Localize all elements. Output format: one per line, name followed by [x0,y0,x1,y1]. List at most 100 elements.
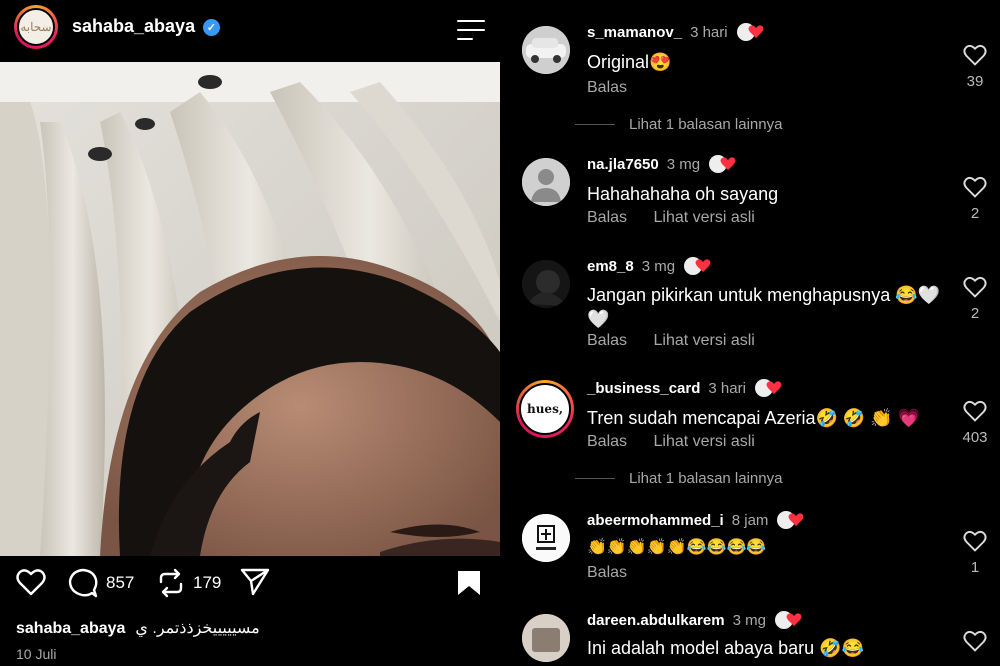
comment-username[interactable]: na.jla7650 [587,156,659,173]
repost-icon [159,568,183,598]
car-photo-icon [522,26,570,74]
comment-time: 3 mg [666,155,701,173]
reply-button[interactable]: Balas [587,79,627,96]
comment-header: dareen.abdulkarem 3 mg [587,610,802,630]
comment-time: 3 hari [708,379,746,397]
reply-button[interactable]: Balas [587,564,627,581]
avatar-logo: سحابه [17,8,55,46]
avatar[interactable]: hues, [516,380,574,438]
comment-header: abeermohammed_i 8 jam [587,510,804,530]
view-more-replies[interactable]: Lihat 1 balasan lainnya [575,470,782,487]
comment-username[interactable]: s_mamanov_ [587,24,682,41]
profile-photo-icon [522,260,570,308]
comment-meta: Balas [587,79,649,97]
share-button[interactable] [240,568,270,596]
comment-text: Hahahahaha oh sayang [587,184,779,204]
comment-meta: Balas Lihat versi asli [587,433,777,451]
comment-like-button[interactable] [962,630,988,657]
creator-liked-icon [774,610,802,630]
comment-username[interactable]: _business_card [587,380,700,397]
heart-icon [963,176,987,198]
reply-button[interactable]: Balas [587,332,627,349]
avatar[interactable] [522,26,570,74]
view-more-replies[interactable]: Lihat 1 balasan lainnya [575,116,782,133]
comment-header: _business_card 3 hari [587,378,782,398]
divider [575,478,615,479]
avatar[interactable] [522,158,570,206]
reply-button[interactable]: Balas [587,209,627,226]
comment-like-count: 2 [970,305,980,322]
comment-like-button[interactable]: 403 [955,400,995,446]
comment-like-button[interactable]: 39 [962,44,988,90]
comment-text: Tren sudah mencapai Azeria🤣 🤣 👏 💗 [587,408,921,428]
bookmark-icon [458,571,480,595]
creator-liked-icon [708,154,736,174]
comment-text: Ini adalah model abaya baru 🤣😂 [587,638,864,658]
menu-icon[interactable] [457,20,485,40]
heart-icon [963,276,987,298]
verified-icon: ✓ [203,19,220,36]
comment-username[interactable]: em8_8 [587,258,634,275]
heart-icon [963,630,987,652]
creator-liked-icon [683,256,711,276]
avatar-logo: hues, [519,383,571,435]
see-original-button[interactable]: Lihat versi asli [653,332,754,349]
comment-icon [68,568,98,598]
creator-liked-icon [736,22,764,42]
post-header: سحابه sahaba_abaya ✓ [0,0,500,62]
comment-text: 👏👏👏👏👏😂😂😂😂 [587,539,767,556]
profile-photo-icon [522,614,570,662]
comment-button[interactable]: 857 [68,568,134,598]
comment-like-count: 39 [966,73,984,90]
post-panel: سحابه sahaba_abaya ✓ 857 179 sahaba_abay… [0,0,500,666]
comment-meta: Balas Lihat versi asli [587,209,777,227]
comment-like-button[interactable]: 1 [962,530,988,576]
creator-liked-icon [754,378,782,398]
comment-like-button[interactable]: 2 [962,276,988,322]
comment-time: 8 jam [731,511,769,529]
avatar[interactable] [522,514,570,562]
comment-username[interactable]: abeermohammed_i [587,512,724,529]
comment-count: 857 [106,573,135,592]
see-original-button[interactable]: Lihat versi asli [653,209,754,226]
comment-time: 3 mg [641,257,676,275]
avatar[interactable] [522,614,570,662]
comment-time: 3 hari [690,23,728,41]
caption-text: مسيييييخزذذتمر. ي [135,620,260,637]
avatar[interactable]: سحابه [14,5,58,49]
avatar[interactable] [522,260,570,308]
see-original-button[interactable]: Lihat versi asli [653,433,754,450]
comment-text: Original😍 [587,52,672,72]
creator-liked-icon [776,510,804,530]
post-actions: 857 179 [0,556,500,612]
comment-text: Jangan pikirkan untuk menghapusnya 😂🤍🤍 [587,285,941,329]
divider [575,124,615,125]
comment-time: 3 mg [732,611,766,629]
comment-header: em8_8 3 mg [587,256,711,276]
comments-panel[interactable]: s_mamanov_ 3 hari Original😍 Balas 39 Lih… [500,0,1000,666]
view-more-replies-label: Lihat 1 balasan lainnya [629,116,783,133]
comment-username[interactable]: dareen.abdulkarem [587,612,725,629]
repost-button[interactable]: 179 [157,568,221,598]
heart-icon [16,569,46,596]
default-avatar-icon [522,158,570,206]
repost-count: 179 [193,573,222,592]
reply-button[interactable]: Balas [587,433,627,450]
comment-like-count: 403 [962,429,988,446]
view-more-replies-label: Lihat 1 balasan lainnya [629,470,783,487]
caption-username[interactable]: sahaba_abaya [16,620,125,637]
post-date: 10 Juli [16,646,57,662]
comment-meta: Balas [587,564,649,582]
comment-meta: Balas Lihat versi asli [587,332,777,350]
comment-like-count: 2 [970,205,980,222]
send-icon [240,568,270,596]
post-caption: sahaba_abaya مسيييييخزذذتمر. ي [16,618,260,638]
save-button[interactable] [457,570,481,596]
comment-like-button[interactable]: 2 [962,176,988,222]
post-image[interactable] [0,62,500,556]
post-username[interactable]: sahaba_abaya [72,16,195,37]
heart-icon [963,530,987,552]
comment-header: s_mamanov_ 3 hari [587,22,764,42]
brand-logo-icon [522,514,570,562]
like-button[interactable] [16,568,46,596]
